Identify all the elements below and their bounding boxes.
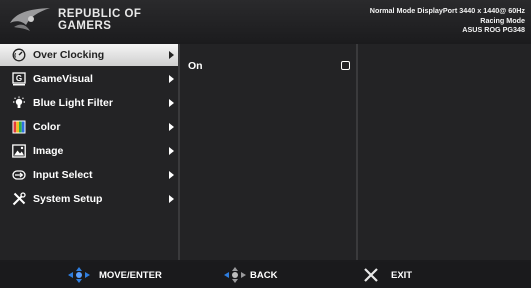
status-line-2: Racing Mode [480,15,525,25]
submenu-panel: On [180,44,356,260]
menu-item-input-select[interactable]: Input Select [0,164,178,186]
chevron-right-icon [169,147,174,155]
menu-item-label: Input Select [33,169,93,181]
osd-window: REPUBLIC OF GAMERS Normal Mode DisplayPo… [0,0,531,288]
menu-item-over-clocking[interactable]: Over Clocking [0,44,178,66]
status-info: Normal Mode DisplayPort 3440 x 1440@ 60H… [370,6,525,35]
option-checkbox[interactable] [341,61,350,70]
gamevisual-icon: G [12,72,26,86]
joystick-4way-icon [68,267,90,283]
menu-item-color[interactable]: Color [0,116,178,138]
brand-line-1: REPUBLIC OF [58,8,142,20]
image-icon [12,144,26,158]
menu-item-label: System Setup [33,193,103,205]
svg-text:G: G [16,74,22,83]
chevron-right-icon [169,99,174,107]
chevron-right-icon [169,123,174,131]
menu-item-system-setup[interactable]: System Setup [0,188,178,210]
osd-header: REPUBLIC OF GAMERS Normal Mode DisplayPo… [0,0,531,42]
status-line-3: ASUS ROG PG348 [462,25,525,34]
menu-item-label: Over Clocking [33,49,105,61]
option-on[interactable]: On [188,59,352,73]
brand-text: REPUBLIC OF GAMERS [58,8,141,32]
osd-footer: MOVE/ENTER BACK EXIT [0,262,531,288]
input-select-icon [12,170,26,180]
speedometer-icon [12,48,26,62]
menu-item-label: Color [33,121,61,133]
rog-logo-icon [10,8,50,31]
exit-label: EXIT [391,270,413,281]
back-key[interactable]: BACK [224,267,294,283]
menu-item-image[interactable]: Image [0,140,178,162]
menu-item-label: Image [33,145,64,157]
option-label: On [188,60,203,72]
lightbulb-icon [13,96,25,108]
system-setup-icon [12,192,26,206]
menu-item-blue-light-filter[interactable]: Blue Light Filter [0,92,178,114]
close-icon [364,268,378,282]
main-menu: Over Clocking G GameVisual Blue Light Fi… [0,44,178,260]
status-line-1: Normal Mode DisplayPort 3440 x 1440@ 60H… [369,6,525,15]
detail-panel [358,44,531,260]
chevron-right-icon [169,195,174,203]
menu-item-label: Blue Light Filter [33,97,113,109]
joystick-back-icon [224,267,246,283]
back-label: BACK [250,270,278,281]
brand-line-2: GAMERS [58,20,112,32]
exit-key[interactable]: EXIT [363,267,433,283]
color-icon [12,120,26,134]
move-enter-label: MOVE/ENTER [99,270,162,281]
menu-item-label: GameVisual [33,73,93,85]
chevron-right-icon [169,75,174,83]
move-enter-key[interactable]: MOVE/ENTER [68,267,188,283]
chevron-right-icon [169,51,174,59]
chevron-right-icon [169,171,174,179]
menu-item-gamevisual[interactable]: G GameVisual [0,68,178,90]
